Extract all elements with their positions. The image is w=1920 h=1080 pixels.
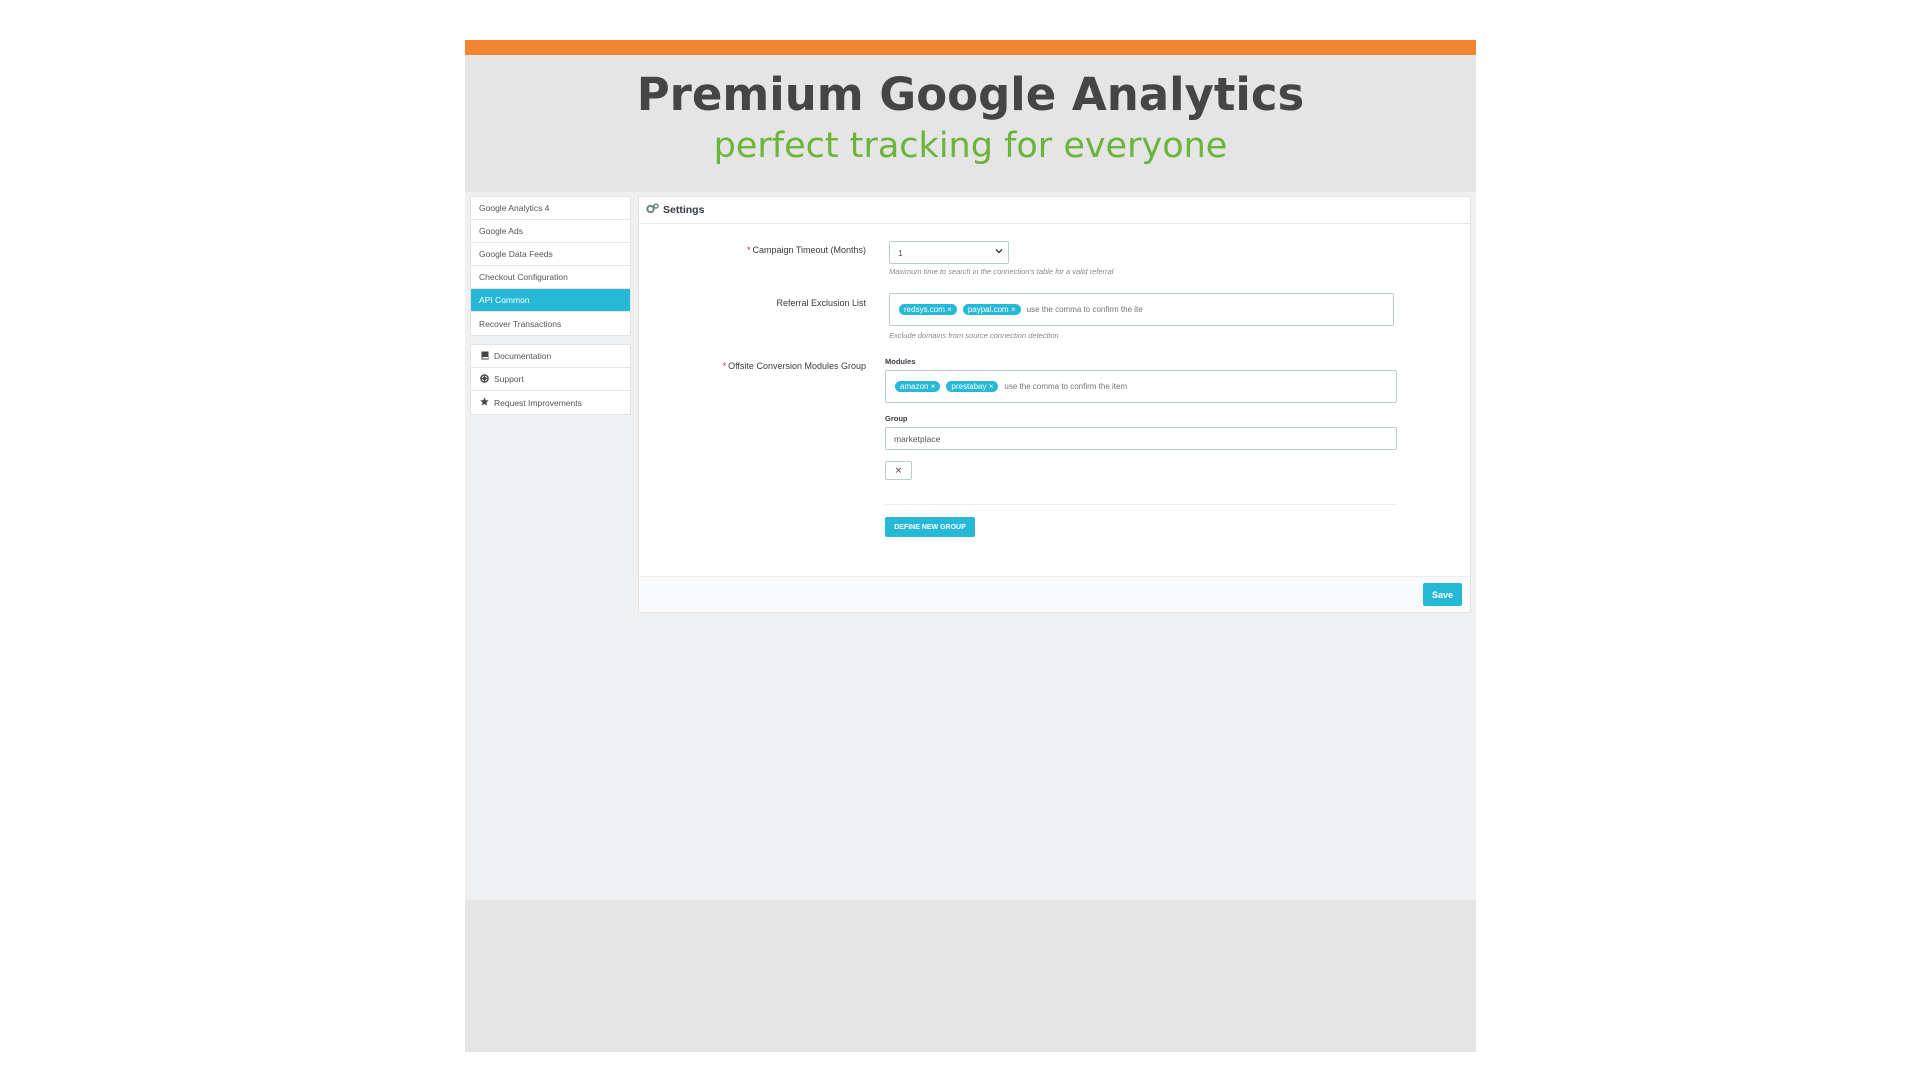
referral-exclusion-label: Referral Exclusion List — [776, 298, 866, 308]
campaign-timeout-value: 1 — [898, 247, 903, 258]
sidebar-item-support[interactable]: Support — [471, 368, 630, 391]
group-input-value: marketplace — [894, 433, 941, 444]
referral-exclusion-input[interactable] — [1026, 305, 1167, 314]
sidebar-item-label: Support — [494, 374, 524, 384]
modules-input[interactable] — [1004, 382, 1145, 391]
modules-label: Modules — [885, 357, 916, 366]
campaign-timeout-label-text: Campaign Timeout (Months) — [752, 245, 866, 255]
chevron-down-icon — [995, 247, 1003, 257]
tag-chip[interactable]: redsys.com × — [899, 304, 957, 315]
sidebar-item-label: Checkout Configuration — [479, 272, 568, 282]
save-button[interactable]: Save — [1423, 583, 1462, 606]
tag-remove-icon[interactable]: × — [931, 382, 936, 391]
campaign-timeout-label: * Campaign Timeout (Months) — [747, 245, 866, 255]
tag-remove-icon[interactable]: × — [947, 305, 952, 314]
define-new-group-button[interactable]: DEFINE NEW GROUP — [885, 517, 975, 537]
sidebar-item-label: Request Improvements — [494, 397, 582, 408]
sidebar-help-nav: Documentation Support Request Improvemen… — [470, 344, 631, 415]
sidebar-item-documentation[interactable]: Documentation — [471, 345, 630, 368]
sidebar-item-label: API Common — [479, 295, 530, 305]
sidebar-item-label: Google Analytics 4 — [479, 203, 550, 213]
sidebar-item-label: Recover Transactions — [479, 318, 562, 329]
sidebar-item-api-common[interactable]: API Common — [471, 289, 630, 312]
close-icon: × — [894, 465, 903, 476]
page-subtitle: perfect tracking for everyone — [713, 126, 1228, 166]
referral-exclusion-help: Exclude domains from source connection d… — [889, 331, 1059, 340]
settings-panel: Settings * Campaign Timeout (Months) 1 Ma… — [638, 196, 1471, 613]
sidebar-item-label: Google Ads — [479, 226, 523, 236]
star-icon — [479, 397, 490, 408]
tag-chip[interactable]: paypal.com × — [962, 304, 1021, 315]
lifebuoy-icon — [479, 373, 490, 385]
sidebar-item-google-data-feeds[interactable]: Google Data Feeds — [471, 243, 630, 266]
required-marker: * — [746, 245, 751, 255]
required-marker: * — [722, 361, 727, 371]
campaign-timeout-help: Maximum time to search in the connection… — [889, 267, 1114, 276]
sidebar-nav: Google Analytics 4 Google Ads Google Dat… — [470, 196, 631, 336]
panel-header: Settings — [639, 197, 1470, 224]
tag-chip[interactable]: amazon × — [895, 381, 941, 392]
tag-remove-icon[interactable]: × — [1011, 305, 1016, 314]
sidebar-item-recover-transactions[interactable]: Recover Transactions — [471, 312, 630, 335]
group-label: Group — [885, 414, 908, 423]
sidebar-item-google-ads[interactable]: Google Ads — [471, 220, 630, 243]
referral-exclusion-tags-field[interactable]: redsys.com × paypal.com × — [889, 293, 1394, 326]
sidebar-item-google-analytics-4[interactable]: Google Analytics 4 — [471, 197, 630, 220]
app-content-area: Google Analytics 4 Google Ads Google Dat… — [465, 192, 1476, 900]
panel-title: Settings — [663, 204, 705, 216]
sidebar-item-request-improvements[interactable]: Request Improvements — [471, 391, 630, 414]
offsite-conversion-label-text: Offsite Conversion Modules Group — [728, 361, 866, 371]
group-input[interactable]: marketplace — [885, 427, 1397, 450]
modules-tags-field[interactable]: amazon × prestabay × — [885, 370, 1397, 403]
tag-remove-icon[interactable]: × — [989, 382, 994, 391]
cogs-icon — [646, 203, 659, 217]
app-frame: Premium Google Analytics perfect trackin… — [465, 40, 1476, 1052]
panel-footer: Save — [639, 576, 1470, 612]
tag-chip[interactable]: prestabay × — [946, 381, 999, 392]
sidebar-item-label: Google Data Feeds — [479, 249, 553, 259]
brand-top-bar — [465, 40, 1476, 55]
remove-group-button[interactable]: × — [885, 461, 912, 480]
sidebar-item-checkout-configuration[interactable]: Checkout Configuration — [471, 266, 630, 289]
book-icon — [479, 351, 490, 362]
divider — [885, 504, 1397, 505]
campaign-timeout-select[interactable]: 1 — [889, 241, 1009, 264]
page-title: Premium Google Analytics — [636, 68, 1305, 121]
sidebar-item-label: Documentation — [494, 351, 552, 361]
offsite-conversion-label: * Offsite Conversion Modules Group — [723, 361, 866, 371]
